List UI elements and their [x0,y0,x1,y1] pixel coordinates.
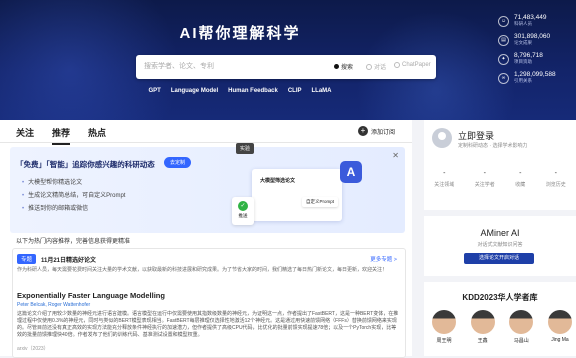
paper-authors[interactable]: Peter Belcak, Roger Wattenhofer [17,302,90,308]
paper-abstract: 这篇论文介绍了用较少数量的神经元进行语言建模。语言模型在运行中仅需要使用其指数级… [17,311,399,338]
add-subscription-button[interactable]: + 添加订阅 [358,126,395,136]
login-button[interactable]: 立即登录 [458,129,494,142]
aminer-ai-subtitle: 对话式文献知识问答 [477,242,523,248]
hot-keyword[interactable]: CLIP [288,88,302,94]
feed-panel: 关注 推荐 热点 + 添加订阅 实验 「免费」「智能」追踪你感兴趣的科研动态 去定… [0,120,412,358]
aminer-logo-icon: A [340,161,362,183]
feature-item: 大模型帮你精选论文 [22,177,125,190]
avatar [547,310,572,334]
metric-favorites[interactable]: - 收藏 [515,170,525,188]
push-card: ✓ 推送 [232,197,254,225]
avatar[interactable] [432,128,452,148]
start-chat-button[interactable]: 选择论文开启对话 [464,253,534,264]
hero-banner: AI帮你理解科学 搜索学者、论文、专利 搜索 对话 ChatPaper GPT L… [0,0,576,120]
chat-option[interactable]: 对话 [366,62,386,71]
radio-icon [366,63,372,70]
search-input[interactable]: 搜索学者、论文、专利 [144,61,214,71]
radio-selected-icon [334,64,339,69]
topic-description: 作为科研人员，每天需要花费时间关注大量的学术文献，以获取最新的科技进展和研究成果… [17,267,388,273]
scholar-card[interactable]: 周王明 [432,310,456,344]
aminer-ai-panel: AMiner AI 对话式文献知识问答 选择论文开启对话 [424,216,576,276]
metric-history[interactable]: - 浏览历史 [546,170,566,188]
login-panel: 立即登录 定制科研动态 · 选择学术影响力 - 关注领域 - 关注学者 - 收藏 -浏… [424,120,576,210]
hero-title: AI帮你理解科学 [179,25,301,42]
search-option[interactable]: 搜索 [334,62,353,71]
check-icon: ✓ [238,201,248,211]
banner-features: 大模型帮你精选论文 生成论文精简总结，可自定义Prompt 推送到你的邮箱或微信 [22,177,125,216]
banner-title: 「免费」「智能」追踪你感兴趣的科研动态 [16,160,155,169]
patent-icon: ✦ [498,54,509,65]
hot-keyword[interactable]: Human Feedback [228,88,278,94]
prompt-chip: 自定义Prompt [302,197,339,207]
paper-title[interactable]: Exponentially Faster Language Modelling [17,291,165,300]
topic-tag: 专题 [17,254,37,264]
avatar [470,310,495,334]
divider [0,142,412,143]
metric-scholars[interactable]: - 关注学者 [475,170,495,188]
close-icon[interactable]: ✕ [392,151,399,160]
scholar-list: 周王明 王鑫 马昌山 Jing Ma [432,310,572,344]
user-metrics: - 关注领域 - 关注学者 - 收藏 - 浏览历史 [424,170,576,188]
stat-researchers: ☺ 71,483,449 科研人员 [498,14,556,27]
stat-projects: ✦ 8,796,718 项目资助 [498,52,556,65]
login-subtitle: 定制科研动态 · 选择学术影响力 [458,143,528,149]
avatar [509,310,534,334]
hot-keyword[interactable]: Language Model [171,88,218,94]
more-topics-link[interactable]: 更多专题 > [370,255,397,263]
aminer-ai-title: AMiner AI [480,228,520,238]
subscription-banner[interactable]: 「免费」「智能」追踪你感兴趣的科研动态 去定制 大模型帮你精选论文 生成论文精简… [10,147,405,233]
paper-venue: arxiv（2023） [17,346,49,352]
customize-button[interactable]: 去定制 [164,157,192,168]
kdd-title: KDD2023华人学者库 [462,293,538,302]
feature-item: 推送到你的邮箱或微信 [22,203,125,216]
people-icon: ☺ [498,16,509,27]
search-box[interactable]: 搜索学者、论文、专利 搜索 对话 ChatPaper [136,55,436,79]
hot-keywords: GPT Language Model Human Feedback CLIP LLaMA [0,88,480,94]
hot-keyword[interactable]: LLaMA [312,88,332,94]
topic-card[interactable]: 专题 11月21日精选好论文 更多专题 > 作为科研人员，每天需要花费时间关注大… [12,248,406,358]
banner-illustration: 大模型筛选论文 A ✓ 推送 自定义Prompt [232,159,382,227]
topic-title[interactable]: 11月21日精选好论文 [41,255,96,264]
metric-fields[interactable]: - 关注领域 [434,170,454,188]
scholar-card[interactable]: Jing Ma [547,310,572,344]
hot-section-header: 以下为热门内容推荐，完善信息获得更精准 [16,239,131,245]
avatar [432,310,456,334]
scholar-card[interactable]: 王鑫 [470,310,495,344]
scholar-card[interactable]: 马昌山 [509,310,534,344]
chatpaper-option[interactable]: ChatPaper [394,62,431,68]
stat-citations: ∞ 1,298,099,588 引用关系 [498,71,556,84]
stat-papers: ▤ 301,898,060 论文成果 [498,33,556,46]
tooltip: 实验 [236,143,255,154]
hot-keyword[interactable]: GPT [148,88,160,94]
plus-icon: + [358,126,368,136]
kdd-scholars-panel: KDD2023华人学者库 周王明 王鑫 马昌山 Jing Ma [424,282,576,356]
radio-icon [394,62,400,68]
site-stats: ☺ 71,483,449 科研人员 ▤ 301,898,060 论文成果 ✦ 8,796,… [498,14,556,90]
link-icon: ∞ [498,73,509,84]
paper-icon: ▤ [498,35,509,46]
filter-card: 大模型筛选论文 [252,169,342,221]
feature-item: 生成论文精简总结，可自定义Prompt [22,190,125,203]
